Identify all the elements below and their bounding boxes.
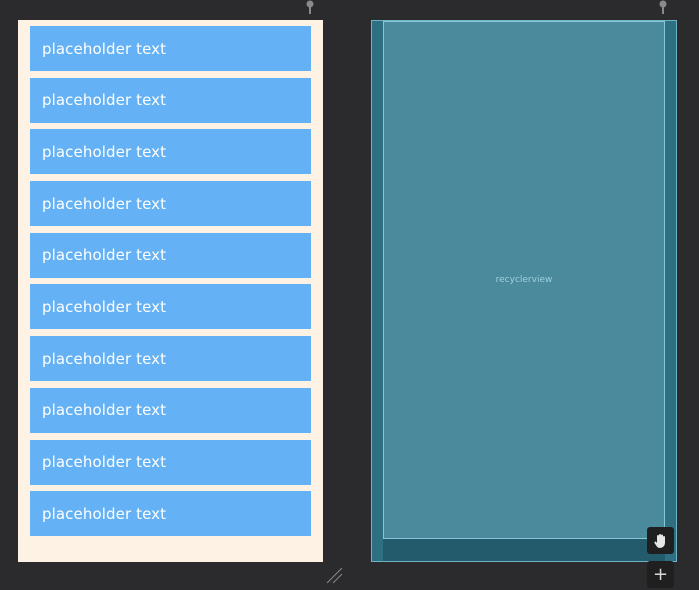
blueprint-widget-label: recyclerview [495, 275, 553, 285]
list-item[interactable]: placeholder text [30, 491, 311, 537]
list-item[interactable]: placeholder text [30, 284, 311, 330]
hand-pan-icon [653, 533, 665, 548]
plus-icon: + [652, 563, 669, 585]
list-item[interactable]: placeholder text [30, 181, 311, 227]
list-item[interactable]: placeholder text [30, 387, 311, 433]
list-item[interactable]: placeholder text [30, 77, 311, 123]
list-item-label: placeholder text [42, 401, 167, 420]
design-pin-icon[interactable] [305, 0, 315, 14]
blueprint-pin-icon[interactable] [658, 0, 668, 14]
blueprint-padding-left [372, 21, 383, 561]
list-item-label: placeholder text [42, 297, 167, 316]
list-item-label: placeholder text [42, 504, 167, 523]
list-item-label: placeholder text [42, 453, 167, 471]
blueprint-padding-right [665, 21, 676, 561]
list-item[interactable]: placeholder text [30, 439, 311, 485]
list-item-label: placeholder text [42, 142, 167, 161]
list-item[interactable]: placeholder text [30, 232, 311, 278]
pan-button[interactable] [647, 527, 674, 554]
list-item-label: placeholder text [42, 194, 167, 213]
design-view[interactable]: placeholder text placeholder text placeh… [18, 20, 323, 562]
recyclerview-preview[interactable]: placeholder text placeholder text placeh… [30, 26, 311, 543]
add-button[interactable]: + [647, 561, 674, 588]
resize-handle-icon[interactable] [325, 566, 343, 584]
list-item-label: placeholder text [42, 39, 167, 58]
blueprint-view[interactable]: recyclerview [371, 20, 677, 562]
list-item-label: placeholder text [42, 91, 167, 110]
layout-editor-canvas: placeholder text placeholder text placeh… [0, 0, 699, 590]
blueprint-recyclerview[interactable]: recyclerview [383, 21, 665, 539]
list-item[interactable]: placeholder text [30, 26, 311, 71]
list-item[interactable]: placeholder text [30, 336, 311, 382]
list-item-label: placeholder text [42, 246, 167, 265]
list-item[interactable]: placeholder text [30, 129, 311, 175]
list-item-label: placeholder text [42, 349, 167, 368]
